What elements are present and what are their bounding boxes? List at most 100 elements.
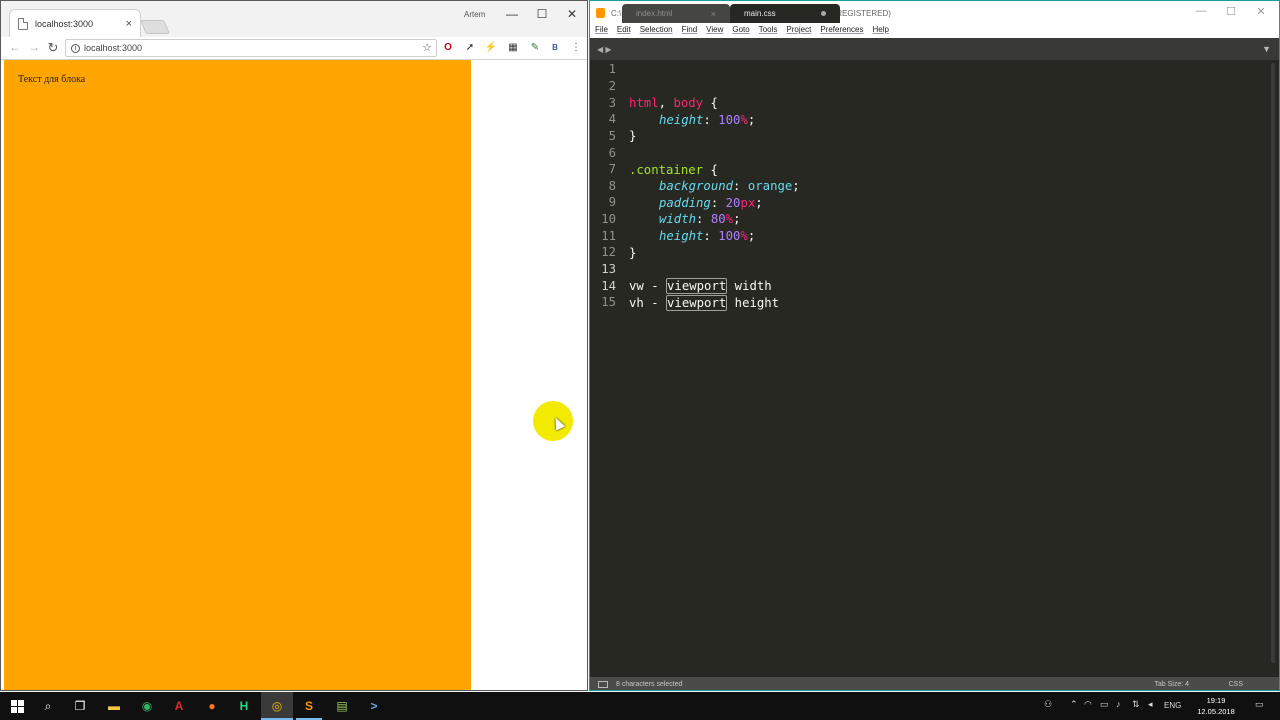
volume-icon[interactable]: ♪ [1116,699,1121,709]
menu-find[interactable]: Find [682,25,698,38]
notepad-icon[interactable]: ▤ [326,692,358,720]
code-editor[interactable]: 1 2 html, body { 3 height: 100%; 4 } 5 6… [590,60,1279,678]
menu-icon[interactable]: ⋮ [569,41,583,55]
new-tab-button[interactable] [140,20,170,34]
block-text: Текст для блока [18,74,86,85]
speaker-icon[interactable]: ◂ [1148,699,1153,710]
line-number: 13 [601,262,616,276]
info-icon[interactable]: i [71,43,80,53]
menu-file[interactable]: File [595,25,608,38]
powershell-icon[interactable]: > [358,692,390,720]
tab-label: index.html [636,9,673,18]
close-button[interactable]: ✕ [557,5,587,23]
acrobat-icon[interactable]: A [163,692,195,720]
editor-minimize-button[interactable]: — [1186,5,1216,17]
editor-statusbar: 8 characters selected Tab Size: 4 CSS [590,677,1279,690]
menu-selection[interactable]: Selection [640,25,673,38]
clock-date: 12.05.2018 [1197,707,1235,716]
chrome-icon[interactable]: ◎ [261,692,293,720]
line-number: 9 [608,195,616,209]
browser-titlebar: localhost:3000 × Artem — ☐ ✕ [1,1,587,37]
editor-menubar: File Edit Selection Find View Goto Tools… [590,25,1279,38]
line-number: 7 [608,162,616,176]
intellij-icon[interactable]: H [228,692,260,720]
tab-close-icon[interactable]: × [711,9,716,19]
clock-time: 19:19 [1206,696,1226,705]
search-icon[interactable]: ⌕ [32,692,64,720]
network-icon[interactable]: ⇅ [1132,699,1140,710]
editor-scrollbar[interactable] [1271,63,1275,663]
start-button[interactable] [0,692,34,720]
cursor-icon[interactable]: ➚ [463,41,477,55]
pen-icon[interactable]: ✎ [528,41,542,55]
menu-view[interactable]: View [706,25,723,38]
address-text[interactable]: localhost:3000 [84,43,142,53]
menu-help[interactable]: Help [872,25,888,38]
status-selection: 8 characters selected [616,681,683,688]
profile-name[interactable]: Artem [464,10,485,19]
task-view-icon[interactable]: ❐ [64,692,96,720]
windows-logo-icon [10,699,24,713]
line-number: 3 [608,96,616,110]
line-number: 11 [601,229,616,243]
line-number: 12 [601,245,616,259]
taskbar: ⌕ ❐ ▬ ◉ A ● H ◎ S ▤ > ⚇ ⌃ ◠ ▭ ♪ ⇅ ◂ ENG … [0,692,1280,720]
b-icon[interactable]: B [548,41,562,55]
clock[interactable]: 19:19 12.05.2018 [1196,695,1236,717]
tab-size-selector[interactable]: Tab Size: 4 [1154,681,1189,688]
tab-main-css[interactable]: main.css [730,4,840,23]
menu-tools[interactable]: Tools [759,25,778,38]
bookmark-star-icon[interactable]: ☆ [422,41,432,54]
browser-toolbar: ← → ↻ i localhost:3000 ☆ O ➚ ⚡ ▦ ✎ B ⋮ [1,37,587,60]
syntax-selector[interactable]: CSS [1229,681,1243,688]
notifications-icon[interactable]: ▭ [1255,699,1264,710]
menu-goto[interactable]: Goto [732,25,749,38]
forward-arrow-icon[interactable]: → [26,40,42,54]
wifi-icon[interactable]: ◠ [1084,699,1092,710]
unsaved-dot-icon[interactable] [821,11,826,16]
reload-icon[interactable]: ↻ [45,40,61,56]
people-icon[interactable]: ⚇ [1044,699,1052,710]
maximize-button[interactable]: ☐ [527,5,557,23]
firefox-icon[interactable]: ● [196,692,228,720]
sublime-logo-icon [596,8,605,18]
editor-close-button[interactable]: ✕ [1246,5,1276,18]
minimize-button[interactable]: — [497,5,527,23]
line-number: 4 [608,112,616,126]
line-number: 10 [601,212,616,226]
editor-window: C:\Users\Sawyer\Desktop\test\app\main.cs… [589,0,1280,691]
line-number: 1 [608,62,616,76]
file-explorer-icon[interactable]: ▬ [98,692,130,720]
tab-scroll-arrows-icon[interactable]: ◀ ▶ [597,45,612,54]
line-number: 15 [601,295,616,309]
language-indicator[interactable]: ENG [1164,701,1181,710]
tab-close-icon[interactable]: × [126,18,132,30]
browser-tab[interactable]: localhost:3000 × [9,9,141,37]
battery-icon[interactable]: ▭ [1100,699,1109,710]
green-app-icon[interactable]: ◉ [131,692,163,720]
browser-window: localhost:3000 × Artem — ☐ ✕ ← → ↻ i loc… [0,0,588,691]
tab-list-dropdown-icon[interactable]: ▼ [1262,44,1271,54]
editor-tabbar [590,38,1279,60]
line-number: 14 [601,279,616,293]
back-arrow-icon[interactable]: ← [7,40,23,54]
page-viewport: Текст для блока [4,60,587,690]
chevron-up-icon[interactable]: ⌃ [1070,699,1078,710]
tab-index-html[interactable]: index.html × [622,4,730,23]
tab-label: main.css [744,9,776,18]
lightning-icon[interactable]: ⚡ [484,41,498,55]
sublime-icon[interactable]: S [293,692,325,720]
address-bar[interactable]: i localhost:3000 ☆ [65,39,437,57]
menu-preferences[interactable]: Preferences [820,25,863,38]
tab-title: localhost:3000 [35,18,94,29]
opera-icon[interactable]: O [441,41,455,55]
menu-edit[interactable]: Edit [617,25,631,38]
menu-project[interactable]: Project [786,25,811,38]
editor-maximize-button[interactable]: ☐ [1216,5,1246,18]
line-number: 6 [608,146,616,160]
panel-toggle-icon[interactable] [598,681,608,688]
extension-badge-icon[interactable]: ▦ [506,41,520,55]
line-number: 2 [608,79,616,93]
line-number: 8 [608,179,616,193]
orange-container: Текст для блока [4,60,471,690]
